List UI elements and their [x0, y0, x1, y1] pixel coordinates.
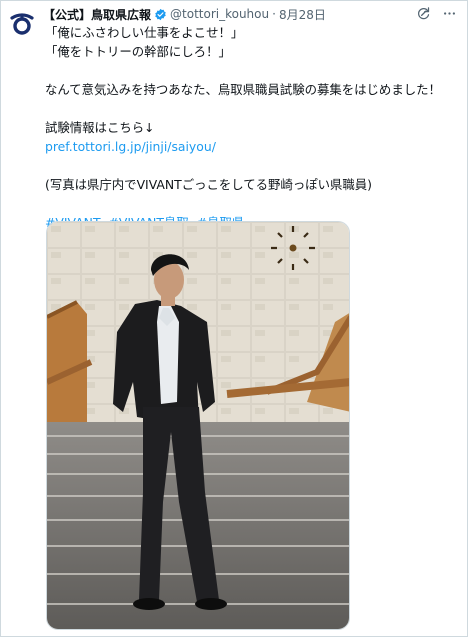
grok-refresh-icon[interactable] — [415, 5, 431, 21]
tweet-line-5 — [45, 99, 455, 118]
tweet-line-2: 「俺をトトリーの幹部にしろ！」 — [45, 44, 231, 59]
separator-dot: · — [272, 7, 276, 21]
tweet-text: 「俺にふさわしい仕事をよこせ！」 「俺をトトリーの幹部にしろ！」 なんて意気込み… — [45, 23, 455, 232]
tottori-prefecture-logo-icon — [8, 9, 36, 37]
recruitment-link[interactable]: pref.tottori.lg.jp/jinji/saiyou/ — [45, 139, 216, 154]
tweet-timestamp[interactable]: 8月28日 — [279, 6, 326, 23]
tweet-line-1: 「俺にふさわしい仕事をよこせ！」 — [45, 25, 244, 40]
account-name[interactable]: 【公式】鳥取県広報 — [43, 6, 151, 23]
tweet-line-6: 試験情報はこちら↓ — [45, 120, 155, 135]
tweet-card[interactable]: 【公式】鳥取県広報 @tottori_kouhou · 8月28日 「俺にふさわ… — [0, 0, 468, 637]
tweet-photo[interactable] — [46, 221, 350, 630]
account-handle[interactable]: @tottori_kouhou — [170, 7, 269, 21]
photo-caption: (写真は県庁内でVIVANTごっこをしてる野崎っぽい県職員) — [45, 177, 373, 192]
tweet-header: 【公式】鳥取県広報 @tottori_kouhou · 8月28日 — [43, 5, 326, 23]
more-dots-icon[interactable] — [441, 5, 457, 21]
avatar[interactable] — [7, 8, 37, 38]
verified-badge-icon — [154, 8, 167, 21]
tweet-line-3 — [45, 61, 455, 80]
tweet-line-4: なんて意気込みを持つあなた、鳥取県職員試験の募集をはじめました！ — [45, 82, 441, 97]
tweet-actions — [415, 5, 457, 21]
